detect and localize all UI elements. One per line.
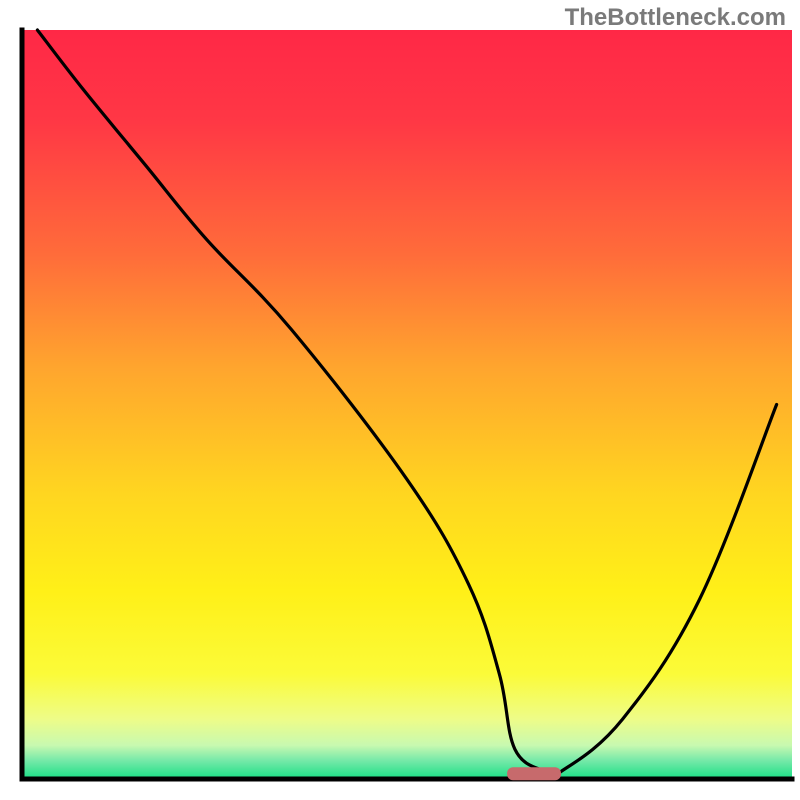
optimum-marker (507, 767, 561, 780)
watermark-text: TheBottleneck.com (565, 4, 786, 32)
chart-container: TheBottleneck.com (0, 0, 800, 800)
bottleneck-chart (0, 0, 800, 800)
plot-background (22, 30, 792, 779)
